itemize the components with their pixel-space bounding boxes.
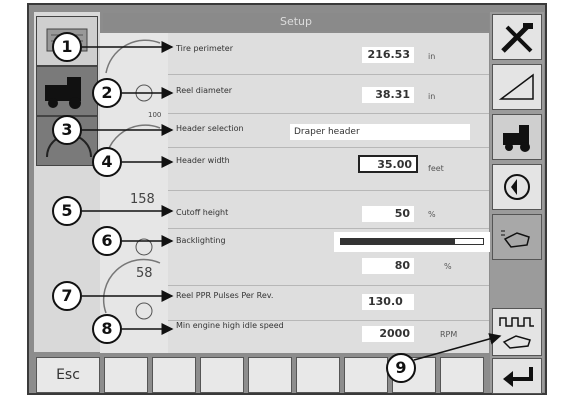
callout-3: 3: [52, 115, 82, 145]
callout-5: 5: [52, 196, 82, 226]
callout-8: 8: [92, 314, 122, 344]
callout-arrows: [82, 41, 502, 361]
callout-1: 1: [52, 32, 82, 62]
callout-2: 2: [92, 78, 122, 108]
callout-6: 6: [92, 226, 122, 256]
callout-4: 4: [92, 147, 122, 177]
callout-9: 9: [386, 353, 416, 383]
callout-7: 7: [52, 281, 82, 311]
